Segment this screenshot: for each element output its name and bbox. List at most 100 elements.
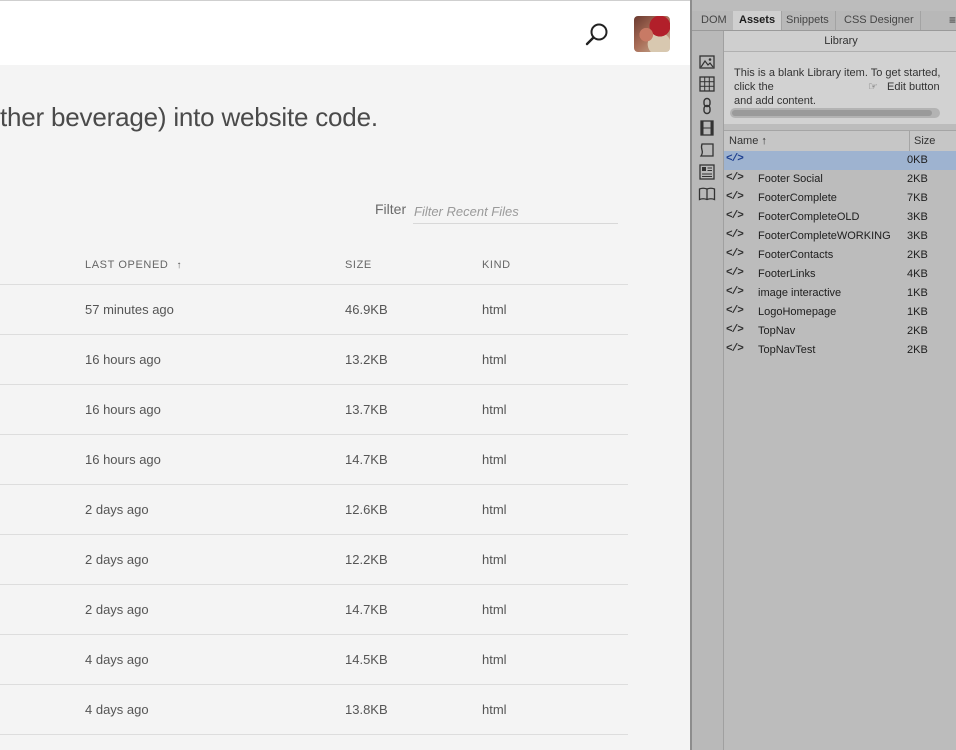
table-row[interactable]: 2 days ago 12.6KB html — [0, 485, 628, 535]
kind-cell: html — [482, 302, 507, 317]
top-bar — [0, 0, 690, 65]
images-icon[interactable] — [698, 53, 716, 71]
kind-cell: html — [482, 652, 507, 667]
library-item-name: image interactive — [758, 287, 842, 299]
filter-input[interactable] — [413, 199, 618, 224]
table-row[interactable]: 16 hours ago 13.2KB html — [0, 335, 628, 385]
tab-assets[interactable]: Assets — [733, 11, 783, 30]
size-cell: 46.9KB — [345, 302, 388, 317]
library-item[interactable]: </> TopNavTest 2KB — [724, 341, 956, 360]
templates-icon[interactable] — [698, 141, 716, 159]
table-row[interactable]: 57 minutes ago 46.9KB html — [0, 285, 628, 335]
last-opened-cell: 16 hours ago — [85, 452, 161, 467]
library-item[interactable]: </> FooterCompleteWORKING 3KB — [724, 227, 956, 246]
table-row[interactable]: 2 days ago 12.2KB html — [0, 535, 628, 585]
library-list: </> 0KB </> Footer Social 2KB </> FooterComple… — [724, 151, 956, 360]
library-item-size: 2KB — [907, 344, 928, 356]
media-icon[interactable] — [698, 119, 716, 137]
library-item-name: FooterComplete — [758, 192, 837, 204]
library-item-name: FooterLinks — [758, 268, 816, 280]
preview-message-end: and add content. — [734, 95, 816, 107]
code-icon: </> — [726, 343, 744, 355]
column-name-label: Name — [729, 135, 759, 147]
assets-panel: DOM Assets Snippets CSS Designer ≡ Libra… — [690, 0, 956, 750]
table-row[interactable]: 16 hours ago 14.7KB html — [0, 435, 628, 485]
size-cell: 13.7KB — [345, 402, 388, 417]
library-item[interactable]: </> FooterCompleteOLD 3KB — [724, 208, 956, 227]
code-icon: </> — [726, 172, 744, 184]
last-opened-cell: 4 days ago — [85, 652, 149, 667]
library-item[interactable]: </> FooterComplete 7KB — [724, 189, 956, 208]
library-item-size: 1KB — [907, 306, 928, 318]
tab-dom[interactable]: DOM — [695, 11, 734, 30]
library-item[interactable]: </> image interactive 1KB — [724, 284, 956, 303]
code-icon: </> — [726, 324, 744, 336]
kind-cell: html — [482, 402, 507, 417]
search-icon[interactable] — [584, 22, 610, 48]
library-item-size: 7KB — [907, 192, 928, 204]
start-screen: ther beverage) into website code. Filter… — [0, 0, 690, 750]
last-opened-cell: 16 hours ago — [85, 352, 161, 367]
code-icon: </> — [726, 229, 744, 241]
size-cell: 14.5KB — [345, 652, 388, 667]
last-opened-cell: 2 days ago — [85, 602, 149, 617]
tab-snippets[interactable]: Snippets — [780, 11, 836, 30]
library-icon[interactable] — [698, 163, 716, 181]
table-row[interactable]: 16 hours ago 13.7KB html — [0, 385, 628, 435]
kind-cell: html — [482, 352, 507, 367]
preview-scrollbar-thumb[interactable] — [732, 110, 932, 116]
library-item-name: Footer Social — [758, 173, 823, 185]
preview-scrollbar[interactable] — [730, 108, 940, 118]
column-name[interactable]: Name ↑ — [729, 131, 767, 151]
column-size[interactable]: SIZE — [345, 259, 372, 271]
library-item-size: 2KB — [907, 249, 928, 261]
panel-menu-icon[interactable]: ≡ — [949, 11, 956, 30]
kind-cell: html — [482, 452, 507, 467]
code-icon: </> — [726, 153, 744, 165]
recent-files-header: LAST OPENED ↑ SIZE KIND — [0, 255, 628, 285]
page-tagline: ther beverage) into website code. — [0, 102, 378, 132]
library-list-header: Name ↑ Size — [724, 130, 956, 152]
last-opened-cell: 2 days ago — [85, 502, 149, 517]
sort-ascending-icon: ↑ — [761, 135, 767, 147]
cc-libraries-icon[interactable] — [698, 185, 716, 203]
library-item[interactable]: </> TopNav 2KB — [724, 322, 956, 341]
last-opened-cell: 4 days ago — [85, 702, 149, 717]
library-title: Library — [724, 31, 956, 52]
library-item-size: 1KB — [907, 287, 928, 299]
size-cell: 14.7KB — [345, 602, 388, 617]
kind-cell: html — [482, 602, 507, 617]
last-opened-cell: 57 minutes ago — [85, 302, 174, 317]
code-icon: </> — [726, 248, 744, 260]
library-item-size: 2KB — [907, 325, 928, 337]
library-item[interactable]: </> LogoHomepage 1KB — [724, 303, 956, 322]
library-item[interactable]: </> Footer Social 2KB — [724, 170, 956, 189]
code-icon: </> — [726, 267, 744, 279]
library-item-name: FooterCompleteWORKING — [758, 230, 891, 242]
library-preview: This is a blank Library item. To get sta… — [724, 52, 956, 124]
library-item[interactable]: </> FooterContacts 2KB — [724, 246, 956, 265]
filter-label: Filter — [375, 201, 407, 217]
library-item[interactable]: </> FooterLinks 4KB — [724, 265, 956, 284]
library-item[interactable]: </> 0KB — [724, 151, 956, 170]
library-item-name: LogoHomepage — [758, 306, 837, 318]
table-row[interactable]: 4 days ago 13.8KB html — [0, 685, 628, 735]
colors-icon[interactable] — [698, 75, 716, 93]
avatar[interactable] — [634, 16, 670, 52]
table-row[interactable]: 4 days ago 14.5KB html — [0, 635, 628, 685]
last-opened-cell: 2 days ago — [85, 552, 149, 567]
size-cell: 12.2KB — [345, 552, 388, 567]
code-icon: </> — [726, 305, 744, 317]
library-item-size: 4KB — [907, 268, 928, 280]
library-item-name: FooterCompleteOLD — [758, 211, 860, 223]
tab-css-designer[interactable]: CSS Designer — [838, 11, 921, 30]
urls-icon[interactable] — [698, 97, 716, 115]
size-cell: 13.2KB — [345, 352, 388, 367]
column-kind[interactable]: KIND — [482, 259, 511, 271]
sort-ascending-icon: ↑ — [176, 260, 183, 271]
column-last-opened[interactable]: LAST OPENED ↑ — [85, 259, 182, 271]
code-icon: </> — [726, 210, 744, 222]
table-row[interactable]: 2 days ago 14.7KB html — [0, 585, 628, 635]
library-item-size: 0KB — [907, 154, 928, 166]
column-item-size[interactable]: Size — [909, 131, 935, 151]
